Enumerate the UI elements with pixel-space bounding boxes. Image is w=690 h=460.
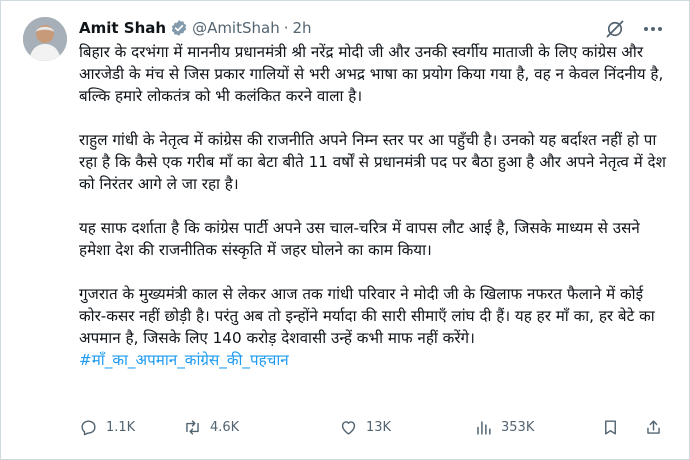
share-icon (647, 420, 660, 434)
hashtag-link[interactable]: #माँ_का_अपमान_कांग्रेस_की_पहचान (79, 349, 671, 371)
like-icon (341, 421, 356, 435)
more-icon[interactable] (642, 19, 664, 39)
tweet-paragraph: गुजरात के मुख्यमंत्री काल से लेकर आज तक … (79, 285, 655, 347)
reply-button[interactable]: 1.1K (79, 418, 135, 437)
tweet-paragraph: बिहार के दरभंगा में माननीय प्रधानमंत्री … (79, 43, 664, 105)
like-count: 13K (366, 420, 392, 435)
avatar[interactable] (23, 17, 67, 61)
bookmark-icon (605, 420, 616, 435)
reply-icon (81, 420, 96, 436)
bookmark-button[interactable] (601, 418, 628, 437)
reply-count: 1.1K (106, 420, 136, 435)
separator-dot: · (283, 19, 289, 37)
action-bar: 1.1K 4.6K 13K 353K (79, 418, 669, 442)
views-icon (477, 421, 491, 435)
tweet-paragraph: यह साफ दर्शाता है कि कांग्रेस पार्टी अपन… (79, 219, 640, 259)
grok-icon[interactable] (605, 19, 625, 39)
retweet-button[interactable]: 4.6K (183, 418, 239, 437)
verified-badge-icon (170, 19, 188, 37)
post-time[interactable]: 2h (293, 19, 312, 37)
views-count: 353K (501, 420, 535, 435)
tweet-card[interactable]: Amit Shah @AmitShah · 2h बिहार के दरभंगा… (0, 0, 690, 460)
views-button[interactable]: 353K (474, 418, 534, 437)
retweet-icon (186, 420, 199, 435)
retweet-count: 4.6K (210, 420, 240, 435)
share-button[interactable] (644, 418, 671, 437)
tweet-paragraph: राहुल गांधी के नेतृत्व में कांग्रेस की र… (79, 131, 666, 193)
author-handle[interactable]: @AmitShah (192, 19, 280, 37)
tweet-header: Amit Shah @AmitShah · 2h (79, 17, 312, 39)
like-button[interactable]: 13K (339, 418, 391, 437)
avatar-portrait-icon (23, 17, 67, 61)
tweet-body: बिहार के दरभंगा में माननीय प्रधानमंत्री … (79, 41, 671, 371)
author-name[interactable]: Amit Shah (79, 19, 166, 37)
